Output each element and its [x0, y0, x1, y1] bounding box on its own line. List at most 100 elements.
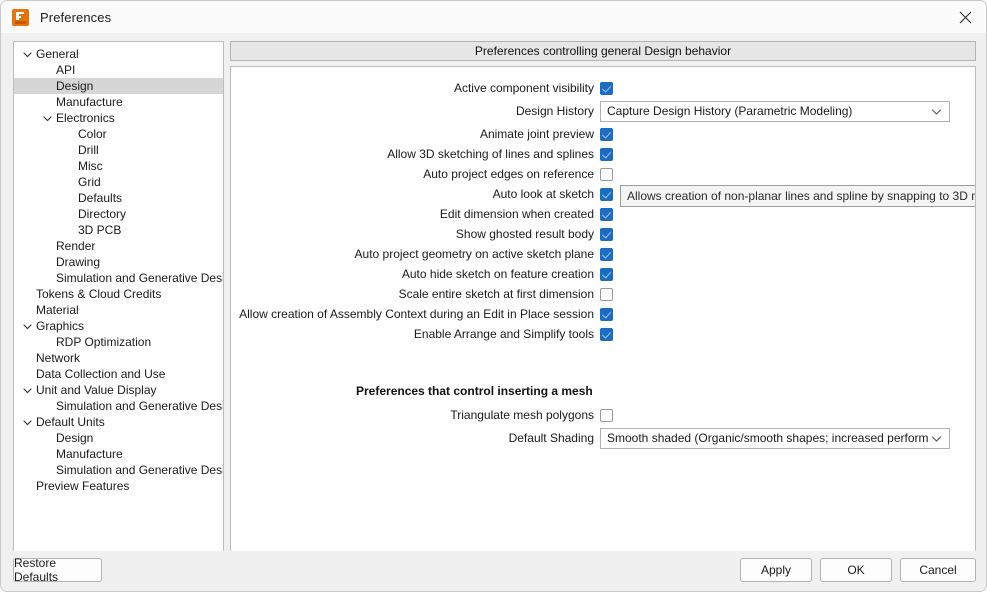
- cancel-button[interactable]: Cancel: [900, 558, 976, 582]
- chevron-down-icon[interactable]: [19, 382, 35, 398]
- tree-item-color[interactable]: Color: [14, 126, 223, 142]
- tree-item-api[interactable]: API: [14, 62, 223, 78]
- tree-item-label: Grid: [78, 174, 101, 190]
- tree-item-label: Simulation and Generative Design: [56, 398, 223, 414]
- pref-label: Scale entire sketch at first dimension: [231, 287, 600, 301]
- tree-item-label: Drill: [78, 142, 99, 158]
- tree-item-preview-features[interactable]: Preview Features: [14, 478, 223, 494]
- tree-item-simulation-and-generative-design[interactable]: Simulation and Generative Design: [14, 398, 223, 414]
- pref-label: Edit dimension when created: [231, 207, 600, 221]
- tree-item-label: API: [56, 62, 75, 78]
- pref-label: Auto project geometry on active sketch p…: [231, 247, 600, 261]
- tree-item-electronics[interactable]: Electronics: [14, 110, 223, 126]
- dialog-footer: Restore Defaults Apply OK Cancel: [1, 551, 987, 592]
- pref-label: Auto hide sketch on feature creation: [231, 267, 600, 281]
- tree-item-unit-and-value-display[interactable]: Unit and Value Display: [14, 382, 223, 398]
- tree-item-label: Manufacture: [56, 94, 123, 110]
- tree-item-label: Simulation and Generative Design: [56, 270, 223, 286]
- pref-label: Show ghosted result body: [231, 227, 600, 241]
- chevron-down-icon[interactable]: [19, 414, 35, 430]
- pref-row-triangulate-mesh-polygons: Triangulate mesh polygons: [231, 405, 975, 425]
- chevron-down-icon[interactable]: [39, 110, 55, 126]
- pref-label: Auto project edges on reference: [231, 167, 600, 181]
- title-bar: Preferences: [1, 1, 987, 34]
- tree-item-label: General: [36, 46, 79, 62]
- tree-item-label: Color: [78, 126, 107, 142]
- checkbox-animate-joint-preview[interactable]: [600, 128, 613, 141]
- tree-item-label: Preview Features: [36, 478, 129, 494]
- tree-item-label: Misc: [78, 158, 103, 174]
- tree-item-label: Simulation and Generative Design: [56, 462, 223, 478]
- dropdown-value: Smooth shaded (Organic/smooth shapes; in…: [607, 431, 929, 445]
- checkbox-allow-3d-sketching-of-lines-and-splines[interactable]: [600, 148, 613, 161]
- pref-label: Default Shading: [231, 431, 600, 445]
- tree-item-manufacture[interactable]: Manufacture: [14, 94, 223, 110]
- pref-row-animate-joint-preview: Animate joint preview: [231, 124, 975, 144]
- tree-item-simulation-and-generative-design[interactable]: Simulation and Generative Design: [14, 270, 223, 286]
- chevron-down-icon[interactable]: [929, 433, 943, 444]
- pref-label: Active component visibility: [231, 81, 600, 95]
- pref-label: Triangulate mesh polygons: [231, 408, 600, 422]
- pref-row-allow-creation-of-assembly-context-during-an-edit-in-place-session: Allow creation of Assembly Context durin…: [231, 304, 975, 324]
- dropdown-value: Capture Design History (Parametric Model…: [607, 104, 929, 118]
- tree-item-material[interactable]: Material: [14, 302, 223, 318]
- checkbox-auto-hide-sketch-on-feature-creation[interactable]: [600, 268, 613, 281]
- apply-button[interactable]: Apply: [740, 558, 812, 582]
- fusion-logo-icon: [12, 9, 29, 26]
- chevron-down-icon[interactable]: [929, 106, 943, 117]
- tree-item-data-collection-and-use[interactable]: Data Collection and Use: [14, 366, 223, 382]
- tree-item-design[interactable]: Design: [14, 430, 223, 446]
- tree-item-drawing[interactable]: Drawing: [14, 254, 223, 270]
- tree-item-defaults[interactable]: Defaults: [14, 190, 223, 206]
- tree-item-render[interactable]: Render: [14, 238, 223, 254]
- restore-defaults-button[interactable]: Restore Defaults: [13, 558, 102, 582]
- tree-item-general[interactable]: General: [14, 46, 223, 62]
- tree-item-graphics[interactable]: Graphics: [14, 318, 223, 334]
- close-icon[interactable]: [942, 1, 987, 33]
- tree-item-directory[interactable]: Directory: [14, 206, 223, 222]
- tree-item-label: Graphics: [36, 318, 84, 334]
- tree-item-design[interactable]: Design: [14, 78, 223, 94]
- dropdown-default-shading[interactable]: Smooth shaded (Organic/smooth shapes; in…: [600, 428, 950, 449]
- tree-item-rdp-optimization[interactable]: RDP Optimization: [14, 334, 223, 350]
- checkbox-enable-arrange-and-simplify-tools[interactable]: [600, 328, 613, 341]
- checkbox-scale-entire-sketch-at-first-dimension[interactable]: [600, 288, 613, 301]
- tree-item-label: Render: [56, 238, 95, 254]
- tree-item-label: Directory: [78, 206, 126, 222]
- section-header: Preferences controlling general Design b…: [230, 41, 976, 61]
- ok-button[interactable]: OK: [820, 558, 892, 582]
- tree-item-label: Network: [36, 350, 80, 366]
- tree-item-label: Default Units: [36, 414, 105, 430]
- window-title: Preferences: [40, 10, 111, 25]
- tree-item-drill[interactable]: Drill: [14, 142, 223, 158]
- checkbox-edit-dimension-when-created[interactable]: [600, 208, 613, 221]
- tree-item-simulation-and-generative-design[interactable]: Simulation and Generative Design: [14, 462, 223, 478]
- dropdown-design-history[interactable]: Capture Design History (Parametric Model…: [600, 101, 950, 122]
- tree-item-network[interactable]: Network: [14, 350, 223, 366]
- pref-label: Enable Arrange and Simplify tools: [231, 327, 600, 341]
- checkbox-active-component-visibility[interactable]: [600, 82, 613, 95]
- tree-item-label: Data Collection and Use: [36, 366, 165, 382]
- pref-row-design-history: Design HistoryCapture Design History (Pa…: [231, 98, 975, 124]
- pref-row-scale-entire-sketch-at-first-dimension: Scale entire sketch at first dimension: [231, 284, 975, 304]
- checkbox-auto-project-edges-on-reference[interactable]: [600, 168, 613, 181]
- tree-item-3d-pcb[interactable]: 3D PCB: [14, 222, 223, 238]
- tree-item-label: Electronics: [56, 110, 115, 126]
- tree-item-default-units[interactable]: Default Units: [14, 414, 223, 430]
- tree-item-misc[interactable]: Misc: [14, 158, 223, 174]
- chevron-down-icon[interactable]: [19, 46, 35, 62]
- preferences-tree[interactable]: GeneralAPIDesignManufactureElectronicsCo…: [13, 41, 224, 553]
- checkbox-allow-creation-of-assembly-context-during-an-edit-in-place-session[interactable]: [600, 308, 613, 321]
- checkbox-auto-look-at-sketch[interactable]: [600, 188, 613, 201]
- checkbox-show-ghosted-result-body[interactable]: [600, 228, 613, 241]
- tree-item-manufacture[interactable]: Manufacture: [14, 446, 223, 462]
- tree-item-label: 3D PCB: [78, 222, 121, 238]
- checkbox-auto-project-geometry-on-active-sketch-plane[interactable]: [600, 248, 613, 261]
- checkbox-triangulate-mesh-polygons[interactable]: [600, 409, 613, 422]
- tree-item-label: RDP Optimization: [56, 334, 151, 350]
- chevron-down-icon[interactable]: [19, 318, 35, 334]
- tooltip-auto-project-edges: Allows creation of non-planar lines and …: [620, 185, 976, 207]
- mesh-group-title: Preferences that control inserting a mes…: [356, 384, 975, 398]
- tree-item-tokens-cloud-credits[interactable]: Tokens & Cloud Credits: [14, 286, 223, 302]
- tree-item-grid[interactable]: Grid: [14, 174, 223, 190]
